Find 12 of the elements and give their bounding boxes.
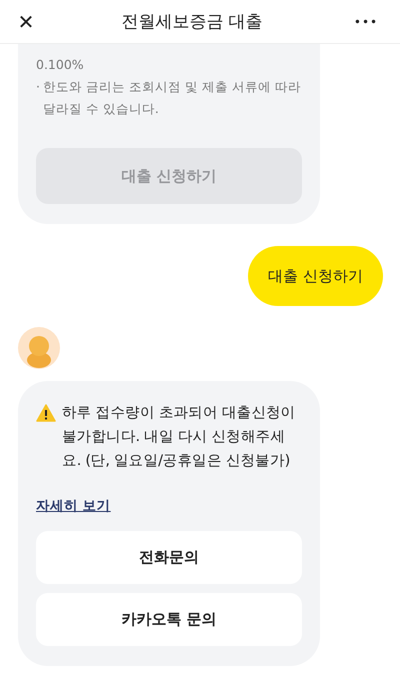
- info-text: 0.100%: [36, 56, 85, 74]
- bullet-mark: ·: [36, 78, 40, 96]
- avatar: [18, 327, 60, 369]
- details-link[interactable]: 자세히 보기: [36, 497, 111, 515]
- info-text: 한도와 금리는 조회시점 및 제출 서류에 따라 달라질 수 있습니다.: [42, 78, 302, 118]
- inquiry-button[interactable]: 카카오톡 문의: [36, 593, 302, 646]
- close-icon[interactable]: ✕: [14, 10, 38, 34]
- more-icon[interactable]: •••: [346, 14, 386, 28]
- user-message: 대출 신청하기: [248, 246, 383, 306]
- window-title: 전월세보증금 대출: [121, 11, 263, 33]
- inquiry-button[interactable]: 전화문의: [36, 531, 302, 584]
- message-text: 하루 접수량이 초과되어 대출신청이 불가합니다. 내일 다시 신청해주세요. (단, 일요일/공휴일은 신청불가): [62, 404, 296, 471]
